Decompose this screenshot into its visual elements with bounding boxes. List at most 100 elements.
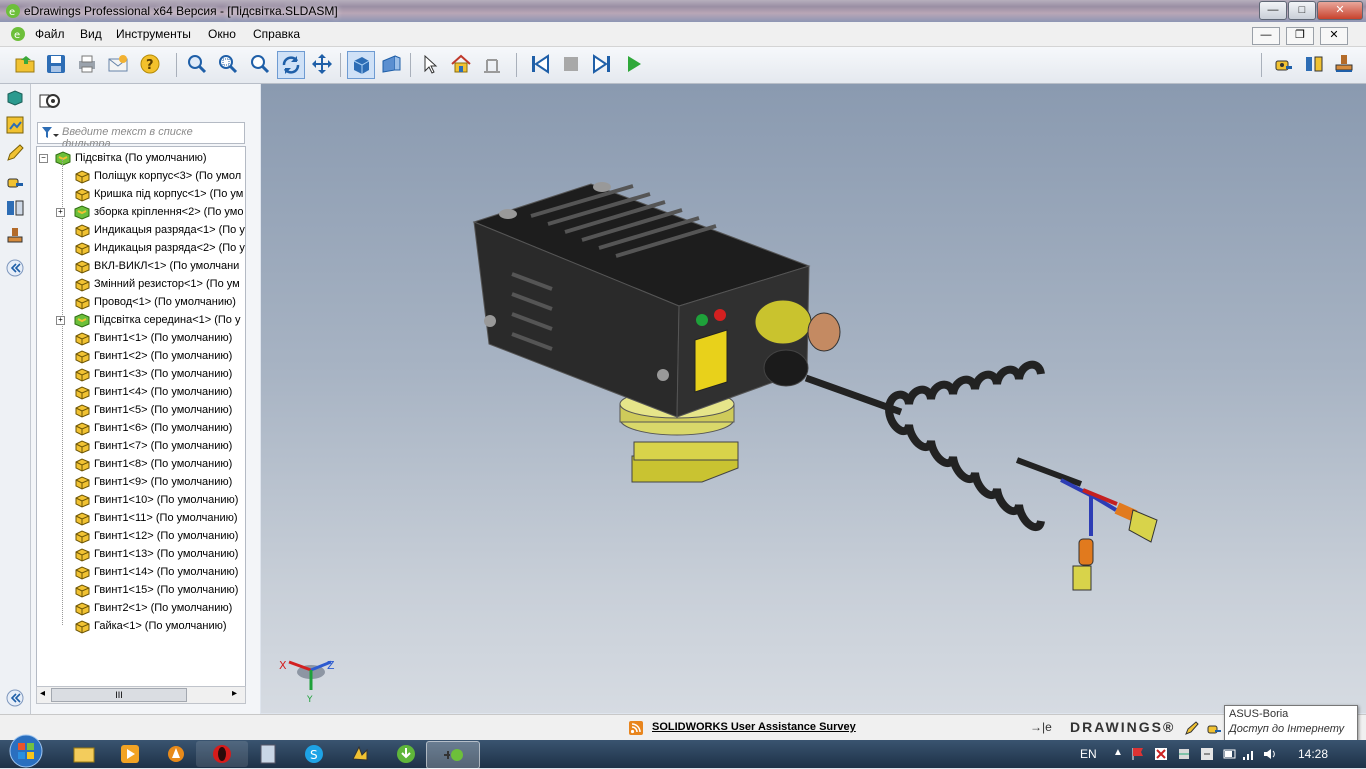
tree-item[interactable]: Кришка під корпус<1> (По ум <box>37 185 245 203</box>
usb-icon[interactable] <box>1176 746 1192 762</box>
tree-item[interactable]: Гвинт2<1> (По умолчанию) <box>37 599 245 617</box>
taskbar-solidworks[interactable] <box>334 741 386 767</box>
tree-item[interactable]: + Підсвітка середина<1> (По у <box>37 311 245 329</box>
volume-icon[interactable] <box>1262 746 1278 762</box>
tree-item[interactable]: Провод<1> (По умолчанию) <box>37 293 245 311</box>
help-button[interactable]: ? <box>137 51 163 77</box>
tree-item[interactable]: Поліщук корпус<3> (По умол <box>37 167 245 185</box>
expand-panel-icon[interactable] <box>5 688 25 708</box>
measure-tab-icon[interactable] <box>5 171 25 191</box>
stamp-tab-icon[interactable] <box>5 226 25 246</box>
mdi-minimize-button[interactable]: — <box>1252 27 1280 45</box>
menu-window[interactable]: Окно <box>208 27 236 41</box>
rotate-button[interactable] <box>277 51 305 79</box>
taskbar-calculator[interactable] <box>242 741 294 767</box>
perspective-button[interactable] <box>378 51 404 77</box>
tree-item[interactable]: + зборка кріплення<2> (По умо <box>37 203 245 221</box>
mdi-close-button[interactable]: ✕ <box>1320 27 1348 45</box>
configurations-tab-icon[interactable] <box>5 115 25 135</box>
menu-tools[interactable]: Инструменты <box>116 27 191 41</box>
taskbar-torrent[interactable] <box>380 741 432 767</box>
show-hide-components-icon[interactable] <box>37 91 63 111</box>
pan-button[interactable] <box>309 51 335 77</box>
explode-tab-icon[interactable] <box>5 198 25 218</box>
tree-item[interactable]: Гвинт1<4> (По умолчанию) <box>37 383 245 401</box>
expand-toggle-icon[interactable]: + <box>56 208 65 217</box>
filter-icon[interactable] <box>41 125 59 141</box>
battery-icon[interactable] <box>1222 746 1238 762</box>
taskbar-avast[interactable] <box>150 741 202 767</box>
tree-item[interactable]: Гвинт1<2> (По умолчанию) <box>37 347 245 365</box>
tree-item[interactable]: ВКЛ-ВИКЛ<1> (По умолчани <box>37 257 245 275</box>
tree-item[interactable]: Гвинт1<6> (По умолчанию) <box>37 419 245 437</box>
explode-button[interactable] <box>1301 51 1327 77</box>
taskbar-media-player[interactable] <box>104 741 156 767</box>
open-button[interactable] <box>12 51 38 77</box>
tray-expand-icon[interactable]: ▲ <box>1113 747 1123 758</box>
send-mail-button[interactable] <box>105 51 131 77</box>
survey-link[interactable]: SOLIDWORKS User Assistance Survey <box>652 721 856 733</box>
zoom-area-button[interactable] <box>215 51 241 77</box>
components-tab-icon[interactable] <box>5 88 25 108</box>
save-button[interactable] <box>43 51 69 77</box>
taskbar-explorer[interactable] <box>58 741 110 767</box>
zoom-to-fit-button[interactable] <box>184 51 210 77</box>
tree-horizontal-scrollbar[interactable]: ◂ III ▸ <box>36 686 246 704</box>
tree-item[interactable]: Гвинт1<9> (По умолчанию) <box>37 473 245 491</box>
close-button[interactable]: ✕ <box>1317 1 1363 20</box>
tree-item[interactable]: Гвинт1<12> (По умолчанию) <box>37 527 245 545</box>
filter-field[interactable]: Введите текст в списке фильтра <box>37 122 245 150</box>
taskbar-edrawings[interactable] <box>426 741 480 769</box>
tree-item[interactable]: Индикацыя разряда<2> (По у <box>37 239 245 257</box>
shaded-view-button[interactable] <box>347 51 375 79</box>
collapse-panel-icon[interactable] <box>5 258 25 278</box>
collapse-toggle-icon[interactable]: − <box>39 154 48 163</box>
menu-file[interactable]: Файл <box>35 27 65 41</box>
measure-status-icon[interactable] <box>1206 720 1222 736</box>
network-icon[interactable] <box>1241 746 1257 762</box>
tree-item[interactable]: Индикацыя разряда<1> (По у <box>37 221 245 239</box>
scroll-thumb[interactable]: III <box>51 688 187 702</box>
print-button[interactable] <box>74 51 100 77</box>
tree-item[interactable]: Гвинт1<3> (По умолчанию) <box>37 365 245 383</box>
update-icon[interactable] <box>1199 746 1215 762</box>
tree-item[interactable]: Гвинт1<8> (По умолчанию) <box>37 455 245 473</box>
3d-viewport[interactable]: X Z Y <box>261 84 1366 713</box>
action-center-flag-icon[interactable] <box>1130 746 1146 762</box>
tree-item[interactable]: Гвинт1<11> (По умолчанию) <box>37 509 245 527</box>
start-button-icon[interactable] <box>6 734 46 768</box>
clock[interactable]: 14:28 <box>1298 747 1328 761</box>
tree-item[interactable]: Змінний резистор<1> (По ум <box>37 275 245 293</box>
tree-item[interactable]: Гвинт1<13> (По умолчанию) <box>37 545 245 563</box>
tray-app-icon[interactable] <box>1153 746 1169 762</box>
language-indicator[interactable]: EN <box>1080 747 1097 761</box>
play-button[interactable] <box>621 51 647 77</box>
zoom-in-out-button[interactable] <box>247 51 273 77</box>
mdi-restore-button[interactable]: ❐ <box>1286 27 1314 45</box>
assembly-model[interactable]: X Z Y <box>261 84 1366 713</box>
tree-item[interactable]: Гайка<1> (По умолчанию) <box>37 617 245 635</box>
taskbar-opera[interactable] <box>196 741 248 767</box>
menu-view[interactable]: Вид <box>80 27 102 41</box>
pencil-icon[interactable] <box>1184 720 1200 736</box>
stamp-button[interactable] <box>1331 51 1357 77</box>
tree-item[interactable]: Гвинт1<14> (По умолчанию) <box>37 563 245 581</box>
select-button[interactable] <box>417 51 443 77</box>
markup-measure-button[interactable] <box>1270 51 1296 77</box>
menu-help[interactable]: Справка <box>253 27 300 41</box>
taskbar-skype[interactable]: S <box>288 741 340 767</box>
expand-toggle-icon[interactable]: + <box>56 316 65 325</box>
maximize-button[interactable]: □ <box>1288 1 1316 20</box>
scroll-left-arrow[interactable]: ◂ <box>40 688 45 699</box>
tree-root-assembly[interactable]: − Підсвітка (По умолчанию) <box>37 149 245 167</box>
first-frame-button[interactable] <box>527 51 553 77</box>
tree-item[interactable]: Гвинт1<1> (По умолчанию) <box>37 329 245 347</box>
markup-tab-icon[interactable] <box>5 143 25 163</box>
home-button[interactable] <box>448 51 474 77</box>
tree-item[interactable]: Гвинт1<7> (По умолчанию) <box>37 437 245 455</box>
scroll-right-arrow[interactable]: ▸ <box>232 688 237 699</box>
measure-button[interactable] <box>479 51 505 77</box>
tree-item[interactable]: Гвинт1<5> (По умолчанию) <box>37 401 245 419</box>
next-frame-button[interactable] <box>589 51 615 77</box>
stop-button[interactable] <box>558 51 584 77</box>
